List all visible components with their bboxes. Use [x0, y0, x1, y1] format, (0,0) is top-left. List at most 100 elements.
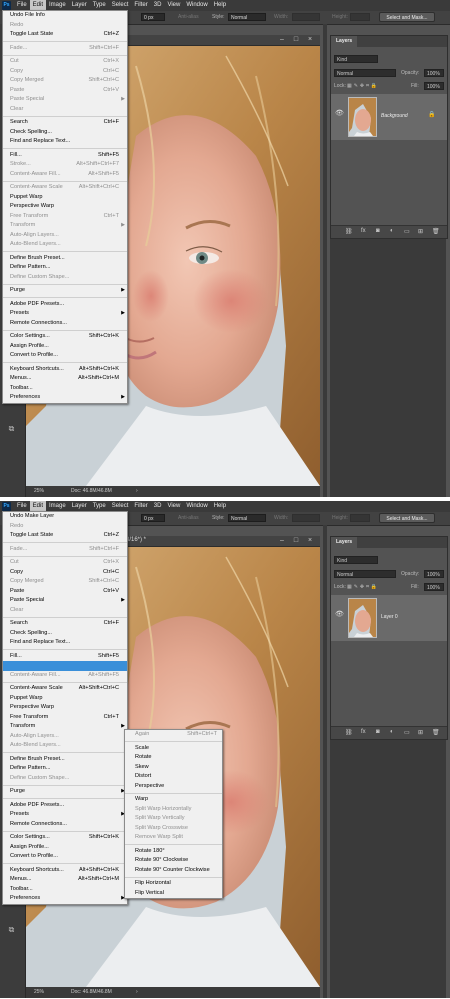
fx-icon[interactable]: fx	[361, 228, 366, 234]
edit-menu-fade[interactable]: Fade... Shift+Ctrl+F	[3, 44, 127, 54]
edit-menu-toggle-last-state[interactable]: Toggle Last State Ctrl+Z	[3, 30, 127, 40]
edit-menu-puppet-warp[interactable]: Puppet Warp	[3, 694, 127, 704]
menu-view[interactable]: View	[164, 0, 183, 11]
edit-menu-toggle-last-state[interactable]: Toggle Last State Ctrl+Z	[3, 531, 127, 541]
edit-menu-paste-special[interactable]: Paste Special ▶	[3, 95, 127, 105]
link-layers-icon[interactable]: ⛓	[345, 228, 353, 235]
select-and-mask-button[interactable]: Select and Mask...	[379, 513, 435, 523]
lock-options-icons[interactable]: ▦✎✥⌗🔒	[347, 82, 379, 90]
edit-menu-menus[interactable]: Menus... Alt+Shift+Ctrl+M	[3, 374, 127, 384]
fill-input[interactable]: 100%	[424, 583, 444, 591]
eye-icon[interactable]: 👁	[335, 110, 344, 118]
width-input[interactable]	[292, 514, 320, 522]
edit-menu-search[interactable]: Search Ctrl+F	[3, 118, 127, 128]
transform-split-warp-vertically[interactable]: Split Warp Vertically	[125, 814, 222, 824]
layer-row[interactable]: 👁 Layer 0	[331, 595, 447, 641]
edit-menu-paste-special[interactable]: Paste Special ▶	[3, 596, 127, 606]
edit-menu-remote-connections[interactable]: Remote Connections...	[3, 319, 127, 329]
transform-distort[interactable]: Distort	[125, 772, 222, 782]
minimize-icon[interactable]: –	[276, 35, 288, 45]
fx-icon[interactable]: fx	[361, 729, 366, 735]
transform-split-warp-horizontally[interactable]: Split Warp Horizontally	[125, 805, 222, 815]
anti-alias-checkbox[interactable]: Anti-alias	[178, 14, 199, 20]
edit-menu-remote-connections[interactable]: Remote Connections...	[3, 820, 127, 830]
edit-menu-clear[interactable]: Clear	[3, 606, 127, 616]
layer-row[interactable]: 👁 Background 🔒	[331, 94, 447, 140]
edit-menu-auto-blend-layers[interactable]: Auto-Blend Layers...	[3, 741, 127, 751]
zoom-level[interactable]: 25%	[34, 987, 44, 998]
edit-menu-define-brush-preset[interactable]: Define Brush Preset...	[3, 254, 127, 264]
edit-menu-undo-file-info[interactable]: Undo File Info	[3, 11, 127, 21]
feather-input[interactable]: 0 px	[141, 13, 165, 21]
edit-menu-content-aware-fill[interactable]: Content-Aware Fill... Alt+Shift+F5	[3, 671, 127, 681]
transform-again[interactable]: Again Shift+Ctrl+T	[125, 730, 222, 740]
lock-options-icons[interactable]: ▦✎✥⌗🔒	[347, 583, 379, 591]
add-mask-icon[interactable]: ◙	[376, 729, 380, 735]
menu-filter[interactable]: Filter	[131, 0, 150, 11]
edit-menu-define-custom-shape[interactable]: Define Custom Shape...	[3, 273, 127, 283]
feather-input[interactable]: 0 px	[141, 514, 165, 522]
trash-icon[interactable]: 🗑	[432, 729, 440, 736]
edit-menu-free-transform[interactable]: Free Transform Ctrl+T	[3, 713, 127, 723]
edit-menu-convert-to-profile[interactable]: Convert to Profile...	[3, 852, 127, 862]
edit-menu-paste[interactable]: Paste Ctrl+V	[3, 587, 127, 597]
edit-menu-undo-make-layer[interactable]: Undo Make Layer	[3, 512, 127, 522]
edit-menu-keyboard-shortcuts[interactable]: Keyboard Shortcuts... Alt+Shift+Ctrl+K	[3, 365, 127, 375]
screen-mode-icon[interactable]: ⧉	[6, 424, 17, 433]
screen-mode-icon[interactable]: ⧉	[6, 925, 17, 934]
style-select[interactable]: Normal	[228, 514, 266, 522]
edit-menu-purge[interactable]: Purge▶	[3, 787, 127, 797]
edit-menu-convert-to-profile[interactable]: Convert to Profile...	[3, 351, 127, 361]
edit-menu-preferences[interactable]: Preferences ▶	[3, 393, 127, 403]
transform-scale[interactable]: Scale	[125, 744, 222, 754]
edit-menu-fill[interactable]: Fill... Shift+F5	[3, 151, 127, 161]
anti-alias-checkbox[interactable]: Anti-alias	[178, 515, 199, 521]
edit-menu-find-and-replace-text[interactable]: Find and Replace Text...	[3, 638, 127, 648]
edit-menu-check-spelling[interactable]: Check Spelling...	[3, 128, 127, 138]
close-icon[interactable]: ×	[304, 536, 316, 546]
edit-menu-stroke[interactable]: Stroke... Alt+Shift+Ctrl+F7	[3, 160, 127, 170]
adjustment-layer-icon[interactable]: ◐	[390, 729, 394, 735]
menu-filter[interactable]: Filter	[131, 501, 150, 512]
transform-remove-warp-split[interactable]: Remove Warp Split	[125, 833, 222, 843]
maximize-icon[interactable]: □	[290, 536, 302, 546]
edit-menu-content-aware-fill[interactable]: Content-Aware Fill... Alt+Shift+F5	[3, 170, 127, 180]
menu-window[interactable]: Window	[183, 0, 210, 11]
select-and-mask-button[interactable]: Select and Mask...	[379, 12, 435, 22]
edit-menu-redo[interactable]: Redo	[3, 522, 127, 532]
link-layers-icon[interactable]: ⛓	[345, 729, 353, 736]
adjustment-layer-icon[interactable]: ◐	[390, 228, 394, 234]
layer-name[interactable]: Background	[381, 113, 408, 119]
edit-menu-adobe-pdf-presets[interactable]: Adobe PDF Presets...	[3, 300, 127, 310]
edit-menu-content-aware-scale[interactable]: Content-Aware Scale Alt+Shift+Ctrl+C	[3, 183, 127, 193]
kind-filter[interactable]: Kind	[334, 55, 378, 63]
edit-menu-free-transform[interactable]: Free Transform Ctrl+T	[3, 212, 127, 222]
edit-menu-copy-merged[interactable]: Copy Merged Shift+Ctrl+C	[3, 76, 127, 86]
edit-menu-define-pattern[interactable]: Define Pattern...	[3, 263, 127, 273]
layer-name[interactable]: Layer 0	[381, 614, 398, 620]
edit-menu-transform[interactable]: Transform ▶	[3, 722, 127, 732]
edit-menu-keyboard-shortcuts[interactable]: Keyboard Shortcuts... Alt+Shift+Ctrl+K	[3, 866, 127, 876]
status-arrow-icon[interactable]: ›	[136, 987, 138, 998]
edit-menu-fade[interactable]: Fade... Shift+Ctrl+F	[3, 545, 127, 555]
edit-menu-search[interactable]: Search Ctrl+F	[3, 619, 127, 629]
transform-rotate-90-clockwise[interactable]: Rotate 90° Clockwise	[125, 856, 222, 866]
menu-window[interactable]: Window	[183, 501, 210, 512]
edit-menu-auto-blend-layers[interactable]: Auto-Blend Layers...	[3, 240, 127, 250]
edit-menu-cut[interactable]: Cut Ctrl+X	[3, 57, 127, 67]
edit-menu-auto-align-layers[interactable]: Auto-Align Layers...	[3, 732, 127, 742]
edit-menu-toolbar[interactable]: Toolbar...	[3, 384, 127, 394]
edit-menu-clear[interactable]: Clear	[3, 105, 127, 115]
maximize-icon[interactable]: □	[290, 35, 302, 45]
transform-warp[interactable]: Warp	[125, 795, 222, 805]
edit-menu-auto-align-layers[interactable]: Auto-Align Layers...	[3, 231, 127, 241]
edit-menu-perspective-warp[interactable]: Perspective Warp	[3, 703, 127, 713]
edit-menu-copy-merged[interactable]: Copy Merged Shift+Ctrl+C	[3, 577, 127, 587]
menu-3d[interactable]: 3D	[151, 0, 165, 11]
edit-menu-redo[interactable]: Redo	[3, 21, 127, 31]
edit-menu-transform[interactable]: Transform ▶	[3, 221, 127, 231]
edit-menu-purge[interactable]: Purge▶	[3, 286, 127, 296]
trash-icon[interactable]: 🗑	[432, 228, 440, 235]
edit-menu-highlighted-item[interactable]	[3, 661, 127, 671]
transform-rotate-90-counter-clockwise[interactable]: Rotate 90° Counter Clockwise	[125, 866, 222, 876]
